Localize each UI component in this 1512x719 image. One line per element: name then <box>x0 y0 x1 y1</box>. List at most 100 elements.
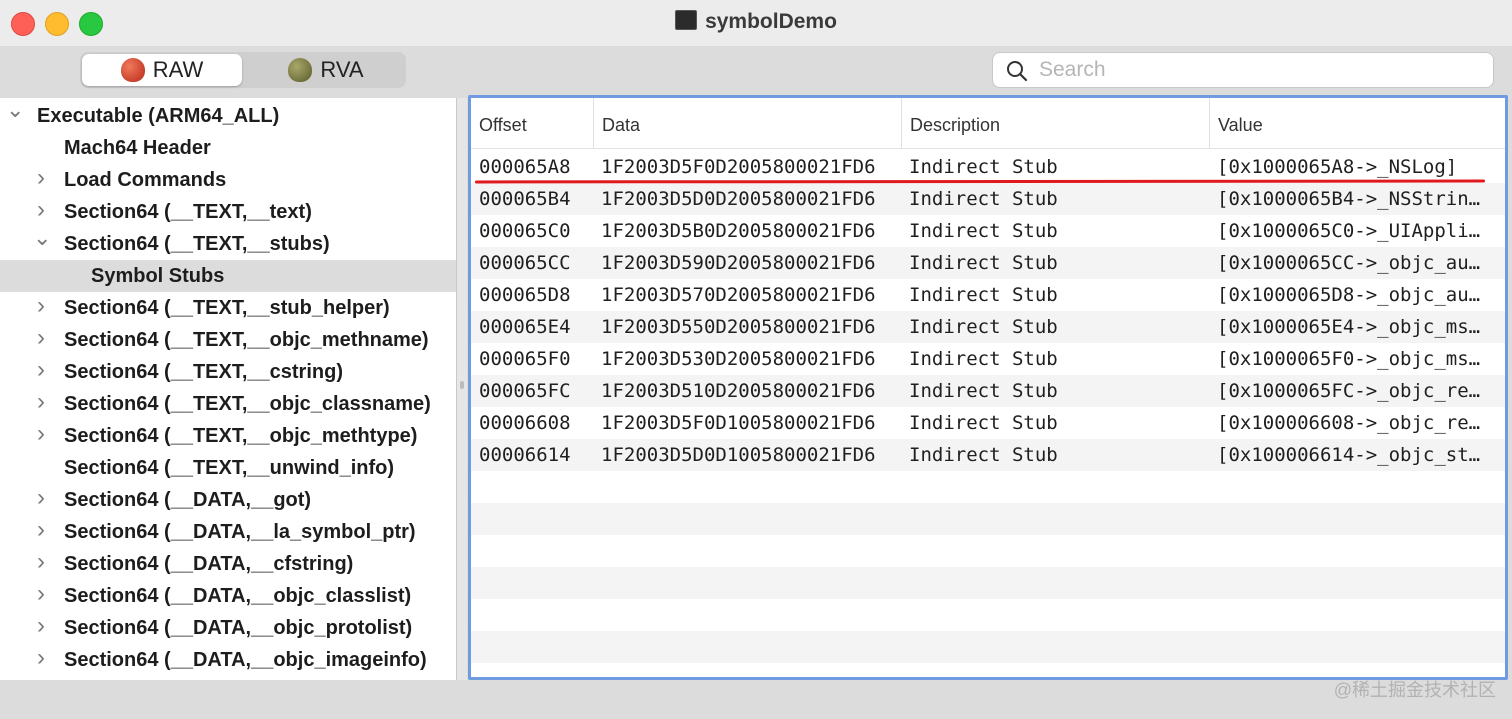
cell-offset: 00006614 <box>479 444 571 466</box>
cell-offset: 000065F0 <box>479 348 571 370</box>
sidebar-tree-item[interactable]: › Section64 (__TEXT,__objc_methtype) <box>0 420 456 452</box>
cell-value: [0x100006608->_objc_re… <box>1217 412 1481 434</box>
sidebar-tree-item[interactable]: Symbol Stubs <box>0 260 456 292</box>
cell-value: [0x1000065E4->_objc_ms… <box>1217 316 1481 338</box>
sidebar-tree-item[interactable]: Section64 (__TEXT,__unwind_info) <box>0 452 456 484</box>
column-header-data[interactable]: Data <box>593 98 901 148</box>
sidebar-tree-item[interactable]: › Section64 (__DATA,__objc_imageinfo) <box>0 644 456 676</box>
search-input[interactable] <box>1037 55 1481 85</box>
terminal-icon <box>675 10 698 30</box>
rva-segment-button[interactable]: RVA <box>246 54 406 86</box>
table-row[interactable]: 000065FC 1F2003D510D2005800021FD6 Indirect… <box>471 375 1505 407</box>
table-row <box>471 567 1505 599</box>
disclosure-chevron-right-icon[interactable]: › <box>33 612 49 644</box>
sidebar-tree-item[interactable]: ⌄ Executable (ARM64_ALL) <box>0 99 456 132</box>
cell-value: [0x1000065A8->_NSLog] <box>1217 156 1458 178</box>
sidebar-tree-item-label: Load Commands <box>64 169 227 191</box>
disclosure-chevron-down-icon[interactable]: ⌄ <box>33 227 51 260</box>
table-row[interactable]: 000065F0 1F2003D530D2005800021FD6 Indirect… <box>471 343 1505 375</box>
sidebar-tree-item-label: Section64 (__TEXT,__unwind_info) <box>64 457 395 479</box>
watermark: @稀土掘金技术社区 <box>1333 680 1496 700</box>
sidebar-tree-item[interactable]: › Section64 (__TEXT,__objc_classname) <box>0 388 456 420</box>
search-icon <box>1007 61 1028 82</box>
cell-description: Indirect Stub <box>909 348 1058 370</box>
sidebar-tree-item[interactable]: › Section64 (__DATA,__cfstring) <box>0 548 456 580</box>
column-header-offset[interactable]: Offset <box>471 98 593 148</box>
disclosure-chevron-right-icon[interactable]: › <box>33 420 49 452</box>
cell-data: 1F2003D510D2005800021FD6 <box>601 380 876 402</box>
sidebar-tree-item-label: Symbol Stubs <box>91 265 225 287</box>
sidebar-tree-item-label: Section64 (__DATA,__objc_imageinfo) <box>64 649 427 671</box>
sidebar-tree-item-label: Section64 (__TEXT,__text) <box>64 201 312 223</box>
bottom-bar <box>0 680 1512 719</box>
disclosure-chevron-right-icon[interactable]: › <box>33 292 49 324</box>
disclosure-chevron-right-icon[interactable]: › <box>33 516 49 548</box>
cell-value: [0x1000065B4->_NSStrin… <box>1217 188 1481 210</box>
cell-value: [0x100006614->_objc_st… <box>1217 444 1481 466</box>
split-view-divider[interactable] <box>457 98 467 680</box>
table-row[interactable]: 000065A8 1F2003D5F0D2005800021FD6 Indirect… <box>471 151 1505 183</box>
cell-data: 1F2003D5D0D2005800021FD6 <box>601 188 876 210</box>
sidebar-tree-item-label: Section64 (__TEXT,__objc_classname) <box>64 393 431 415</box>
sidebar-tree-item-label: Section64 (__TEXT,__stubs) <box>64 233 330 255</box>
sidebar-tree-item-label: Section64 (__DATA,__cfstring) <box>64 553 354 575</box>
table-header: Offset Data Description Value <box>471 98 1505 149</box>
sidebar-tree-item-label: Section64 (__TEXT,__objc_methname) <box>64 329 429 351</box>
table-row <box>471 599 1505 631</box>
table-row[interactable]: 000065B4 1F2003D5D0D2005800021FD6 Indirect… <box>471 183 1505 215</box>
cell-data: 1F2003D5B0D2005800021FD6 <box>601 220 876 242</box>
cell-offset: 000065A8 <box>479 156 571 178</box>
window-title: symbolDemo <box>0 10 1512 34</box>
table-row <box>471 503 1505 535</box>
search-field[interactable] <box>992 52 1494 88</box>
sidebar-tree-item[interactable]: › Section64 (__TEXT,__cstring) <box>0 356 456 388</box>
cell-value: [0x1000065F0->_objc_ms… <box>1217 348 1481 370</box>
sidebar-tree-item[interactable]: › Section64 (__DATA,__got) <box>0 484 456 516</box>
table-row[interactable]: 000065D8 1F2003D570D2005800021FD6 Indirect… <box>471 279 1505 311</box>
table-row[interactable]: 000065CC 1F2003D590D2005800021FD6 Indirect… <box>471 247 1505 279</box>
sidebar-tree-item[interactable]: › Section64 (__TEXT,__objc_methname) <box>0 324 456 356</box>
sidebar-tree-item-label: Section64 (__DATA,__objc_protolist) <box>64 617 413 639</box>
disclosure-chevron-right-icon[interactable]: › <box>33 388 49 420</box>
cell-offset: 000065D8 <box>479 284 571 306</box>
table-row[interactable]: 000065C0 1F2003D5B0D2005800021FD6 Indirect… <box>471 215 1505 247</box>
table-row[interactable]: 00006608 1F2003D5F0D1005800021FD6 Indirect… <box>471 407 1505 439</box>
disclosure-chevron-down-icon[interactable]: ⌄ <box>6 99 24 132</box>
cell-value: [0x1000065C0->_UIAppli… <box>1217 220 1481 242</box>
raw-segment-button[interactable]: RAW <box>82 54 242 86</box>
cell-offset: 000065C0 <box>479 220 571 242</box>
disclosure-chevron-right-icon[interactable]: › <box>33 356 49 388</box>
sidebar-tree-item[interactable]: ⌄ Section64 (__TEXT,__stubs) <box>0 227 456 260</box>
table-row <box>471 471 1505 503</box>
cell-offset: 000065E4 <box>479 316 571 338</box>
cell-value: [0x1000065D8->_objc_au… <box>1217 284 1481 306</box>
cell-offset: 000065CC <box>479 252 571 274</box>
disclosure-chevron-right-icon[interactable]: › <box>33 196 49 228</box>
column-header-description[interactable]: Description <box>901 98 1209 148</box>
sidebar-tree-item[interactable]: › Section64 (__TEXT,__stub_helper) <box>0 292 456 324</box>
divider-handle[interactable] <box>460 381 464 389</box>
disclosure-chevron-right-icon[interactable]: › <box>33 644 49 676</box>
cell-description: Indirect Stub <box>909 220 1058 242</box>
sidebar-tree-item[interactable]: › Section64 (__DATA,__objc_classlist) <box>0 580 456 612</box>
cell-description: Indirect Stub <box>909 316 1058 338</box>
sidebar-tree-item-label: Section64 (__TEXT,__objc_methtype) <box>64 425 418 447</box>
disclosure-chevron-right-icon[interactable]: › <box>33 580 49 612</box>
sidebar-tree-item[interactable]: › Load Commands <box>0 164 456 196</box>
sidebar-tree-item[interactable]: › Section64 (__DATA,__la_symbol_ptr) <box>0 516 456 548</box>
table-row[interactable]: 00006614 1F2003D5D0D1005800021FD6 Indirect… <box>471 439 1505 471</box>
red-apple-icon <box>120 58 145 82</box>
sidebar-tree-item-label: Mach64 Header <box>64 137 211 159</box>
sidebar-tree-item[interactable]: Mach64 Header <box>0 132 456 164</box>
table-row <box>471 631 1505 663</box>
sidebar-tree-item-label: Section64 (__DATA,__objc_classlist) <box>64 585 412 607</box>
sidebar-tree-item[interactable]: › Section64 (__DATA,__objc_protolist) <box>0 612 456 644</box>
sidebar-tree-item[interactable]: › Section64 (__TEXT,__text) <box>0 196 456 228</box>
disclosure-chevron-right-icon[interactable]: › <box>33 164 49 196</box>
table-row[interactable]: 000065E4 1F2003D550D2005800021FD6 Indirect… <box>471 311 1505 343</box>
disclosure-chevron-right-icon[interactable]: › <box>33 484 49 516</box>
disclosure-chevron-right-icon[interactable]: › <box>33 548 49 580</box>
disclosure-chevron-right-icon[interactable]: › <box>33 324 49 356</box>
raw-rva-segmented-control: RAW RVA <box>80 52 406 88</box>
column-header-value[interactable]: Value <box>1209 98 1505 148</box>
